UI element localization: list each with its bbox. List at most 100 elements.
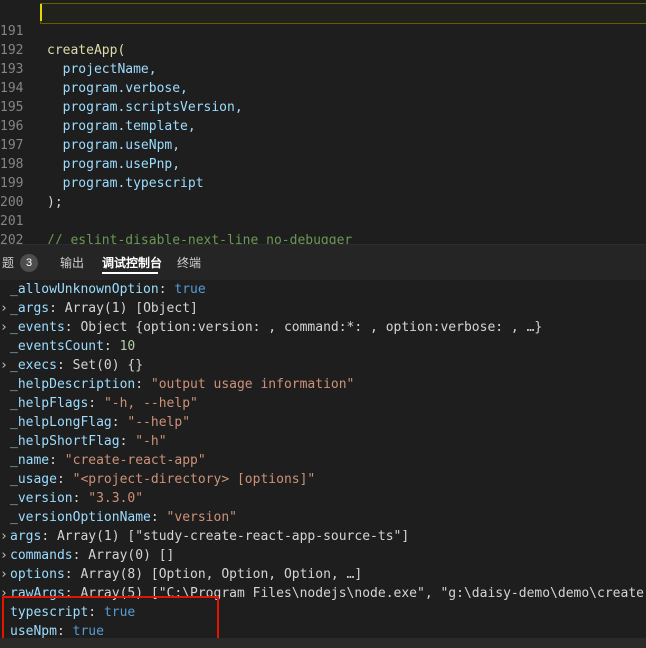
console-row-text: commands: Array(0) [] xyxy=(10,546,174,565)
code-line-193[interactable]: 193 program.verbose, xyxy=(0,41,188,96)
console-row-text: _name: "create-react-app" xyxy=(10,451,206,470)
active-tab-indicator xyxy=(102,272,158,274)
console-row-text: _allowUnknownOption: true xyxy=(10,280,206,299)
console-row-text: _events: Object {option:version: , comma… xyxy=(10,318,542,337)
property-value: "version" xyxy=(166,510,237,525)
tab-label: 终端 xyxy=(177,256,202,270)
expand-arrow-icon[interactable]: › xyxy=(0,299,8,318)
colon: : xyxy=(88,396,104,411)
colon: : xyxy=(72,548,89,563)
code-line-197[interactable]: 197 program.usePnp, xyxy=(0,117,180,172)
console-row-text: _helpShortFlag: "-h" xyxy=(10,432,167,451)
code-line-200[interactable]: 200 xyxy=(0,174,31,210)
property-value: Object {option:version: , command:*: , o… xyxy=(80,320,543,335)
code-text: createApp( xyxy=(47,43,126,58)
colon: : xyxy=(103,339,120,354)
console-row-text: _usage: "<project-directory> [options]" xyxy=(10,470,315,489)
code-text: program.useNpm, xyxy=(47,138,181,153)
property-key: _helpLongFlag xyxy=(10,415,112,430)
property-key: _allowUnknownOption xyxy=(10,282,159,297)
code-line-195[interactable]: 195 program.template, xyxy=(0,79,196,134)
code-text: program.usePnp, xyxy=(47,157,181,172)
code-editor[interactable]: 191 createApp( 192 projectName, 193 prog… xyxy=(0,0,646,244)
expand-arrow-icon[interactable]: › xyxy=(0,356,8,375)
colon: : xyxy=(111,415,128,430)
tab-debug-console[interactable]: 调试控制台 xyxy=(102,254,162,272)
console-row-text: _helpFlags: "-h, --help" xyxy=(10,394,198,413)
code-line-192[interactable]: 192 projectName, xyxy=(0,22,157,77)
property-value: Array(1) [Object] xyxy=(64,301,198,316)
horizontal-scrollbar[interactable] xyxy=(0,638,646,648)
panel-tabs-bar: 题 3 输出 调试控制台 终端 xyxy=(0,244,646,282)
property-value: "--help" xyxy=(127,415,191,430)
code-text: projectName, xyxy=(47,62,157,77)
code-line-199[interactable]: 199 ); xyxy=(0,155,63,210)
colon: : xyxy=(72,491,89,506)
colon: : xyxy=(150,510,167,525)
git-change-bar xyxy=(40,4,42,21)
console-row-text: _versionOptionName: "version" xyxy=(10,508,237,527)
code-text: ); xyxy=(47,195,63,210)
code-line-191[interactable]: 191 createApp( xyxy=(0,3,125,58)
colon: : xyxy=(135,377,151,392)
property-key: _versionOptionName xyxy=(10,510,151,525)
code-line-201[interactable]: 201 // eslint-disable-next-line no-debug… xyxy=(0,193,352,244)
code-text: program.template, xyxy=(47,119,196,134)
property-key: _helpShortFlag xyxy=(10,434,120,449)
property-value: "-h" xyxy=(135,434,167,449)
property-key: args xyxy=(10,529,42,544)
line-number: 202 xyxy=(0,233,24,244)
console-row-text: _helpLongFlag: "--help" xyxy=(10,413,190,432)
property-value: Array(1) ["study-create-react-app-source… xyxy=(56,529,410,544)
property-value: true xyxy=(174,282,206,297)
property-key: options xyxy=(10,567,65,582)
property-value: "3.3.0" xyxy=(88,491,144,506)
tab-terminal[interactable]: 终端 xyxy=(177,254,201,272)
colon: : xyxy=(49,453,65,468)
tab-problems[interactable]: 题 xyxy=(2,254,14,272)
expand-arrow-icon[interactable]: › xyxy=(0,565,8,584)
debug-console[interactable]: _allowUnknownOption: true › _args: Array(1… xyxy=(0,280,646,648)
colon: : xyxy=(56,358,73,373)
code-line-196[interactable]: 196 program.useNpm, xyxy=(0,98,180,153)
code-line-202[interactable]: 202 debugger xyxy=(0,212,31,244)
property-key: _version xyxy=(10,491,73,506)
console-row-text: _version: "3.3.0" xyxy=(10,489,143,508)
tab-label: 输出 xyxy=(60,256,85,270)
console-row-text: _args: Array(1) [Object] xyxy=(10,299,198,318)
property-value: Array(8) [Option, Option, Option, …] xyxy=(80,567,363,582)
property-key: commands xyxy=(10,548,73,563)
property-value: Set(0) {} xyxy=(72,358,144,373)
code-text: // eslint-disable-next-line no-debugger xyxy=(47,233,353,244)
colon: : xyxy=(158,282,175,297)
tab-label: 调试控制台 xyxy=(102,256,163,270)
property-key: _eventsCount xyxy=(10,339,104,354)
property-key: _usage xyxy=(10,472,57,487)
expand-arrow-icon[interactable]: › xyxy=(0,318,8,337)
code-text: program.verbose, xyxy=(47,81,188,96)
console-row-text: _helpDescription: "output usage informat… xyxy=(10,375,354,394)
tab-output[interactable]: 输出 xyxy=(60,254,84,272)
colon: : xyxy=(49,301,65,316)
property-value: "create-react-app" xyxy=(64,453,206,468)
property-key: _args xyxy=(10,301,50,316)
colon: : xyxy=(56,472,73,487)
property-value: Array(0) [] xyxy=(88,548,175,563)
code-line-194[interactable]: 194 program.scriptsVersion, xyxy=(0,60,243,115)
code-text: program.typescript xyxy=(47,176,204,191)
property-key: _events xyxy=(10,320,65,335)
code-text: program.scriptsVersion, xyxy=(47,100,243,115)
property-key: _helpDescription xyxy=(10,377,136,392)
code-line-198[interactable]: 198 program.typescript xyxy=(0,136,204,191)
property-value: 10 xyxy=(119,339,136,354)
property-key: _helpFlags xyxy=(10,396,89,411)
tab-label: 题 xyxy=(2,256,15,270)
property-key: _execs xyxy=(10,358,57,373)
expand-arrow-icon[interactable]: › xyxy=(0,546,8,565)
colon: : xyxy=(64,567,81,582)
console-row-text: options: Array(8) [Option, Option, Optio… xyxy=(10,565,362,584)
console-row-text: args: Array(1) ["study-create-react-app-… xyxy=(10,527,409,546)
property-key: _name xyxy=(10,453,50,468)
property-value: "<project-directory> [options]" xyxy=(72,472,316,487)
expand-arrow-icon[interactable]: › xyxy=(0,527,8,546)
